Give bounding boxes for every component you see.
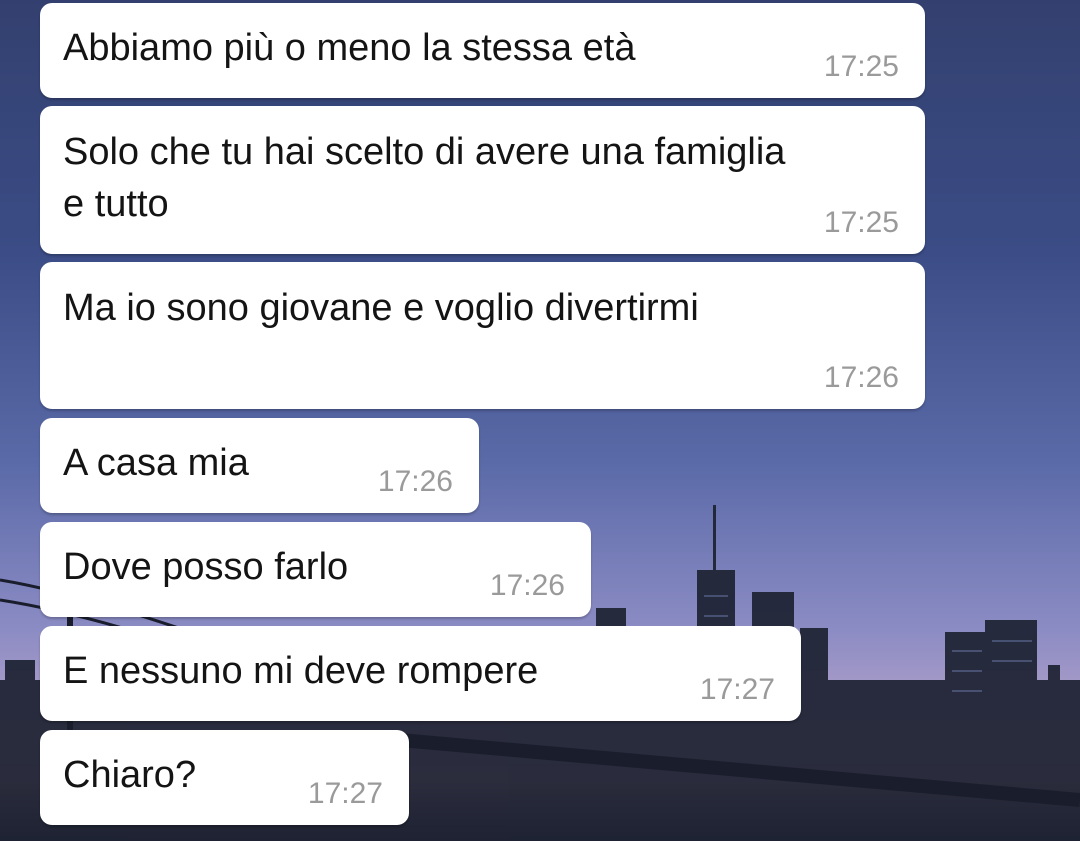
message-timestamp: 17:26 [823,361,899,394]
message-bubble[interactable]: E nessuno mi deve rompere 17:27 [40,626,801,721]
message-timestamp: 17:27 [307,777,383,810]
message-bubble[interactable]: Ma io sono giovane e voglio divertirmi 1… [40,262,925,409]
message-timestamp: 17:25 [823,206,899,239]
message-text: Chiaro? [63,754,197,796]
message-text: Solo che tu hai scelto di avere una fami… [63,131,786,225]
chat-message-list[interactable]: Abbiamo più o meno la stessa età 17:25 S… [0,0,1080,841]
message-text: Abbiamo più o meno la stessa età [63,27,636,69]
message-bubble[interactable]: Solo che tu hai scelto di avere una fami… [40,106,925,254]
message-timestamp: 17:26 [489,569,565,602]
message-bubble[interactable]: Chiaro? 17:27 [40,730,409,825]
message-timestamp: 17:25 [823,50,899,83]
message-bubble[interactable]: A casa mia 17:26 [40,418,479,513]
message-bubble[interactable]: Dove posso farlo 17:26 [40,522,591,617]
message-timestamp: 17:26 [377,465,453,498]
message-text: Ma io sono giovane e voglio divertirmi [63,287,699,329]
message-text: Dove posso farlo [63,546,349,588]
message-bubble[interactable]: Abbiamo più o meno la stessa età 17:25 [40,3,925,98]
message-timestamp: 17:27 [699,673,775,706]
message-text: E nessuno mi deve rompere [63,650,539,692]
message-text: A casa mia [63,442,249,484]
